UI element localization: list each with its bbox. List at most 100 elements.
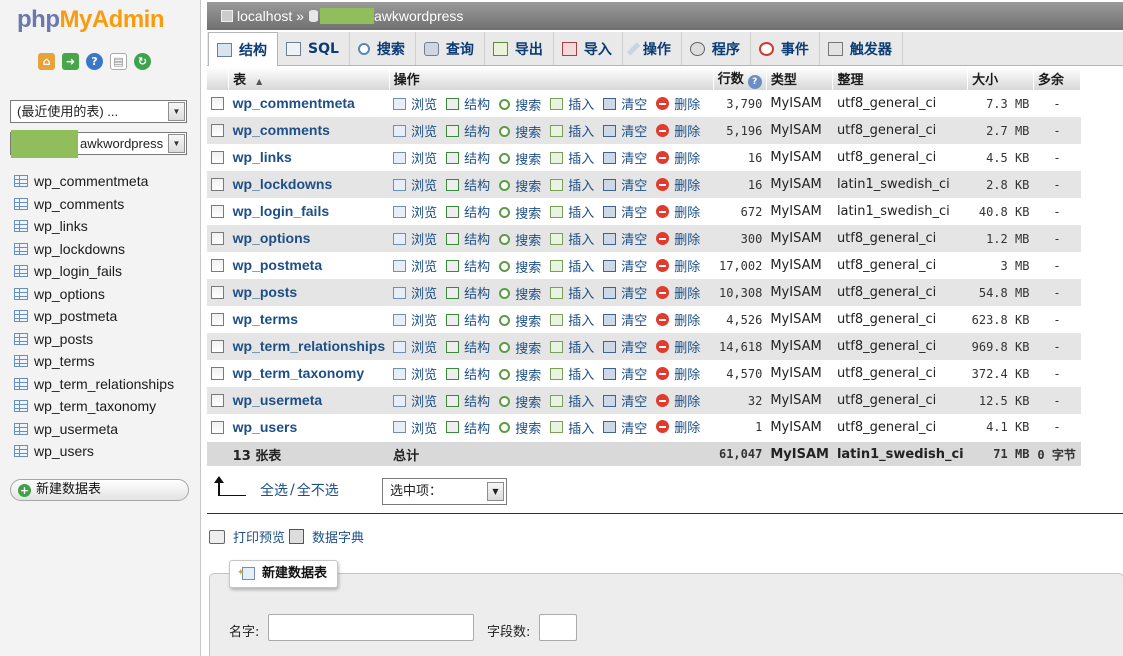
table-name-link[interactable]: wp_login_fails <box>233 203 329 219</box>
sidebar-table-item[interactable]: wp_usermeta <box>14 418 174 441</box>
tab-search[interactable]: 搜索 <box>350 32 416 65</box>
with-selected-dropdown[interactable]: 选中项： ▼ <box>382 478 507 505</box>
action-structure[interactable]: 结构 <box>446 256 490 275</box>
data-dictionary-link[interactable]: 数据字典 <box>312 527 364 546</box>
sidebar-table-label[interactable]: wp_term_relationships <box>34 376 174 392</box>
action-insert[interactable]: 插入 <box>550 256 594 275</box>
sidebar-table-label[interactable]: wp_comments <box>34 196 124 212</box>
row-checkbox[interactable] <box>211 259 224 272</box>
check-all-link[interactable]: 全选 <box>260 480 288 500</box>
header-type[interactable]: 类型 <box>766 67 834 90</box>
action-empty[interactable]: 清空 <box>603 310 647 329</box>
table-name-link[interactable]: wp_terms <box>233 311 298 327</box>
action-drop[interactable]: 删除 <box>656 121 700 140</box>
action-search[interactable]: 搜索 <box>499 149 541 168</box>
sidebar-table-item[interactable]: wp_options <box>14 283 174 306</box>
dropdown-arrow-icon[interactable]: ▼ <box>168 102 185 121</box>
row-checkbox[interactable] <box>211 97 224 110</box>
sidebar-table-label[interactable]: wp_options <box>34 286 105 302</box>
action-insert[interactable]: 插入 <box>550 283 594 302</box>
action-drop[interactable]: 删除 <box>656 229 700 248</box>
row-size[interactable]: 969.8 KB <box>967 333 1034 360</box>
table-icon[interactable] <box>14 242 28 255</box>
row-checkbox[interactable] <box>211 394 224 407</box>
action-insert[interactable]: 插入 <box>550 175 594 194</box>
action-browse[interactable]: 浏览 <box>393 337 437 356</box>
action-browse[interactable]: 浏览 <box>393 310 437 329</box>
action-structure[interactable]: 结构 <box>446 310 490 329</box>
action-search[interactable]: 搜索 <box>499 257 541 276</box>
action-drop[interactable]: 删除 <box>656 94 700 113</box>
action-browse[interactable]: 浏览 <box>393 175 437 194</box>
table-name-link[interactable]: wp_posts <box>233 284 298 300</box>
sidebar-table-label[interactable]: wp_posts <box>34 331 93 347</box>
table-name-link[interactable]: wp_commentmeta <box>233 95 355 111</box>
row-size[interactable]: 7.3 MB <box>967 90 1034 117</box>
action-search[interactable]: 搜索 <box>499 122 541 141</box>
table-name-link[interactable]: wp_term_taxonomy <box>233 365 364 381</box>
action-structure[interactable]: 结构 <box>446 364 490 383</box>
tab-sql[interactable]: SQL <box>278 32 350 65</box>
sidebar-table-label[interactable]: wp_term_taxonomy <box>34 398 156 414</box>
row-checkbox[interactable] <box>211 178 224 191</box>
action-drop[interactable]: 删除 <box>656 256 700 275</box>
documentation-icon[interactable]: ▤ <box>110 53 127 70</box>
action-browse[interactable]: 浏览 <box>393 94 437 113</box>
print-view-link[interactable]: 打印预览 <box>233 527 285 546</box>
action-empty[interactable]: 清空 <box>603 418 647 437</box>
action-insert[interactable]: 插入 <box>550 364 594 383</box>
action-empty[interactable]: 清空 <box>603 121 647 140</box>
tab-events[interactable]: 事件 <box>751 32 820 65</box>
action-insert[interactable]: 插入 <box>550 337 594 356</box>
action-structure[interactable]: 结构 <box>446 391 490 410</box>
row-size[interactable]: 2.7 MB <box>967 117 1034 144</box>
action-browse[interactable]: 浏览 <box>393 364 437 383</box>
sidebar-table-label[interactable]: wp_lockdowns <box>34 241 125 257</box>
sidebar-table-label[interactable]: wp_postmeta <box>34 308 117 324</box>
action-search[interactable]: 搜索 <box>499 95 541 114</box>
new-table-button[interactable]: + 新建数据表 <box>10 479 189 501</box>
table-icon[interactable] <box>14 355 28 368</box>
action-empty[interactable]: 清空 <box>603 175 647 194</box>
tab-query[interactable]: 查询 <box>416 32 485 65</box>
action-drop[interactable]: 删除 <box>656 364 700 383</box>
action-browse[interactable]: 浏览 <box>393 391 437 410</box>
action-insert[interactable]: 插入 <box>550 148 594 167</box>
header-size[interactable]: 大小 <box>967 67 1034 90</box>
breadcrumb-server[interactable]: localhost <box>237 8 292 24</box>
tab-export[interactable]: 导出 <box>485 32 554 65</box>
header-table[interactable]: 表 ▲ <box>228 67 390 90</box>
action-insert[interactable]: 插入 <box>550 310 594 329</box>
sidebar-table-item[interactable]: wp_lockdowns <box>14 238 174 261</box>
row-size[interactable]: 40.8 KB <box>967 198 1034 225</box>
table-icon[interactable] <box>14 445 28 458</box>
action-insert[interactable]: 插入 <box>550 202 594 221</box>
sidebar-table-item[interactable]: wp_postmeta <box>14 305 174 328</box>
tab-structure[interactable]: 结构 <box>208 32 278 66</box>
table-icon[interactable] <box>14 310 28 323</box>
action-structure[interactable]: 结构 <box>446 121 490 140</box>
action-search[interactable]: 搜索 <box>499 311 541 330</box>
action-drop[interactable]: 删除 <box>656 202 700 221</box>
row-size[interactable]: 12.5 KB <box>967 387 1034 414</box>
row-size[interactable]: 1.2 MB <box>967 225 1034 252</box>
action-search[interactable]: 搜索 <box>499 338 541 357</box>
action-structure[interactable]: 结构 <box>446 418 490 437</box>
action-drop[interactable]: 删除 <box>656 283 700 302</box>
table-name-link[interactable]: wp_usermeta <box>233 392 322 408</box>
row-size[interactable]: 623.8 KB <box>967 306 1034 333</box>
sidebar-table-item[interactable]: wp_comments <box>14 193 174 216</box>
sidebar-table-label[interactable]: wp_commentmeta <box>34 173 148 189</box>
action-insert[interactable]: 插入 <box>550 121 594 140</box>
action-browse[interactable]: 浏览 <box>393 202 437 221</box>
action-search[interactable]: 搜索 <box>499 176 541 195</box>
row-checkbox[interactable] <box>211 151 224 164</box>
breadcrumb-database[interactable]: awkwordpress <box>374 8 463 24</box>
home-icon[interactable]: ⌂ <box>38 53 55 70</box>
help-icon[interactable]: ? <box>86 53 103 70</box>
table-icon[interactable] <box>14 175 28 188</box>
tab-operations[interactable]: 操作 <box>623 32 682 65</box>
action-empty[interactable]: 清空 <box>603 256 647 275</box>
table-name-link[interactable]: wp_term_relationships <box>233 338 386 354</box>
action-empty[interactable]: 清空 <box>603 148 647 167</box>
